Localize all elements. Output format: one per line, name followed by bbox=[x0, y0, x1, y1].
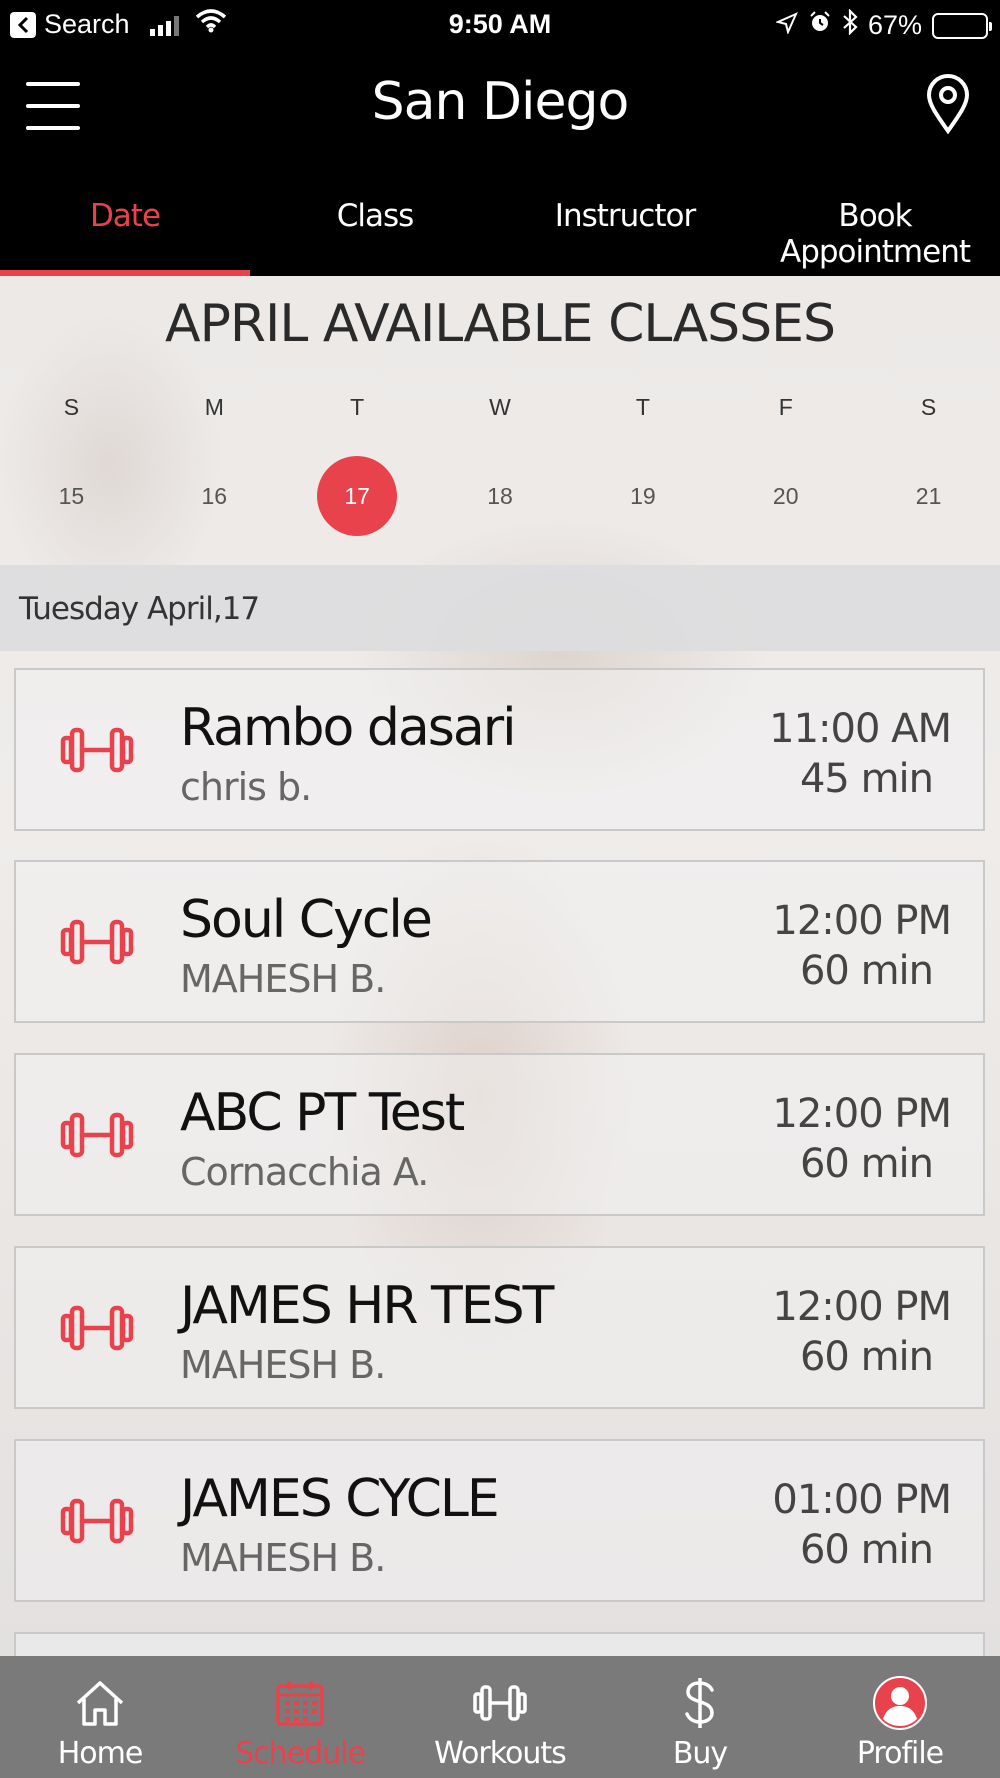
selected-day-header: Tuesday April,17 bbox=[0, 565, 1000, 651]
date-20[interactable]: 20 bbox=[714, 456, 857, 536]
date-18[interactable]: 18 bbox=[429, 456, 572, 536]
class-time: 12:00 PM bbox=[772, 898, 952, 944]
class-card[interactable]: Rambo dasari chris b. 11:00 AM 45 min bbox=[14, 668, 985, 831]
profile-icon bbox=[872, 1676, 928, 1730]
class-time: 12:00 PM bbox=[772, 1091, 952, 1137]
tabbar-home-label: Home bbox=[57, 1736, 144, 1771]
status-bar: Search 9:50 AM 67% bbox=[0, 0, 1000, 50]
class-card[interactable]: ABC PT Test Cornacchia A. 12:00 PM 60 mi… bbox=[14, 1053, 985, 1216]
class-name: JAMES HR TEST bbox=[180, 1276, 554, 1336]
dumbbell-icon bbox=[60, 1491, 134, 1556]
alarm-icon bbox=[808, 10, 832, 41]
date-16[interactable]: 16 bbox=[143, 456, 286, 536]
bluetooth-icon bbox=[842, 8, 858, 42]
weekday-label: T bbox=[350, 394, 365, 420]
battery-percent: 67% bbox=[867, 10, 922, 40]
class-time: 01:00 PM bbox=[772, 1477, 952, 1523]
class-card[interactable]: JAMES CYCLE MAHESH B. 01:00 PM 60 min bbox=[14, 1439, 985, 1602]
date-15[interactable]: 15 bbox=[0, 456, 143, 536]
class-instructor: MAHESH B. bbox=[180, 1536, 386, 1580]
tabbar-schedule-label: Schedule bbox=[235, 1736, 366, 1771]
class-instructor: chris b. bbox=[180, 765, 312, 809]
tab-class[interactable]: Class bbox=[250, 160, 500, 276]
calendar-title: APRIL AVAILABLE CLASSES bbox=[165, 294, 836, 354]
tabbar-schedule[interactable]: Schedule bbox=[200, 1656, 400, 1778]
weekday-label: M bbox=[204, 394, 224, 420]
weekday-row: S M T W T F S bbox=[0, 394, 1000, 421]
weekday-label: T bbox=[635, 394, 650, 420]
home-icon bbox=[74, 1676, 126, 1730]
date-row: 15 16 17 18 19 20 21 bbox=[0, 456, 1000, 536]
dollar-icon bbox=[683, 1676, 717, 1730]
dumbbell-icon bbox=[60, 912, 134, 977]
weekday-label: F bbox=[778, 394, 793, 420]
date-17-selected[interactable]: 17 bbox=[286, 456, 429, 536]
class-instructor: MAHESH B. bbox=[180, 957, 386, 1001]
calendar-icon bbox=[275, 1676, 325, 1730]
class-name: ABC PT Test bbox=[180, 1083, 465, 1143]
location-arrow-icon bbox=[774, 10, 798, 41]
class-name: JAMES CYCLE bbox=[180, 1469, 500, 1529]
dumbbell-icon bbox=[60, 1105, 134, 1170]
class-duration: 60 min bbox=[799, 948, 934, 994]
class-card[interactable]: JAMES HR TEST MAHESH B. 12:00 PM 60 min bbox=[14, 1246, 985, 1409]
dumbbell-icon bbox=[60, 1298, 134, 1363]
tab-instructor[interactable]: Instructor bbox=[500, 160, 750, 276]
date-21[interactable]: 21 bbox=[857, 456, 1000, 536]
tab-date[interactable]: Date bbox=[0, 160, 250, 276]
weekday-label: S bbox=[920, 394, 937, 420]
dumbbell-icon bbox=[60, 720, 134, 785]
class-name: Soul Cycle bbox=[180, 890, 433, 950]
app-header: San Diego bbox=[0, 50, 1000, 160]
weekday-label: W bbox=[489, 394, 511, 420]
class-card[interactable]: Soul Cycle MAHESH B. 12:00 PM 60 min bbox=[14, 860, 985, 1023]
tab-book-appointment[interactable]: Book Appointment bbox=[750, 160, 1000, 276]
tabbar-workouts[interactable]: Workouts bbox=[400, 1656, 600, 1778]
battery-icon bbox=[932, 12, 992, 39]
tabbar-workouts-label: Workouts bbox=[434, 1736, 567, 1771]
class-time: 11:00 AM bbox=[769, 706, 952, 752]
dumbbell-icon bbox=[473, 1676, 527, 1730]
class-name: Rambo dasari bbox=[180, 698, 517, 758]
class-card-partial[interactable] bbox=[14, 1632, 985, 1656]
tabbar-buy[interactable]: Buy bbox=[600, 1656, 800, 1778]
class-time: 12:00 PM bbox=[772, 1284, 952, 1330]
tabbar-profile-label: Profile bbox=[856, 1736, 944, 1771]
selected-day-label: Tuesday April,17 bbox=[19, 591, 260, 627]
class-duration: 60 min bbox=[799, 1141, 934, 1187]
class-duration: 45 min bbox=[799, 756, 934, 802]
filter-tabs: Date Class Instructor Book Appointment bbox=[0, 160, 1000, 276]
class-instructor: MAHESH B. bbox=[180, 1343, 386, 1387]
class-duration: 60 min bbox=[799, 1334, 934, 1380]
page-title: San Diego bbox=[371, 72, 630, 132]
tabbar-buy-label: Buy bbox=[672, 1736, 728, 1771]
weekday-label: S bbox=[63, 394, 80, 420]
date-19[interactable]: 19 bbox=[571, 456, 714, 536]
location-pin-icon[interactable] bbox=[926, 74, 970, 139]
schedule-content[interactable]: APRIL AVAILABLE CLASSES S M T W T F S 15… bbox=[0, 276, 1000, 1656]
status-right: 67% bbox=[774, 8, 992, 42]
class-instructor: Cornacchia A. bbox=[180, 1150, 429, 1194]
tabbar-profile[interactable]: Profile bbox=[800, 1656, 1000, 1778]
bottom-tab-bar: Home Schedule Workouts Buy Profile bbox=[0, 1656, 1000, 1778]
class-duration: 60 min bbox=[799, 1527, 934, 1573]
tabbar-home[interactable]: Home bbox=[0, 1656, 200, 1778]
